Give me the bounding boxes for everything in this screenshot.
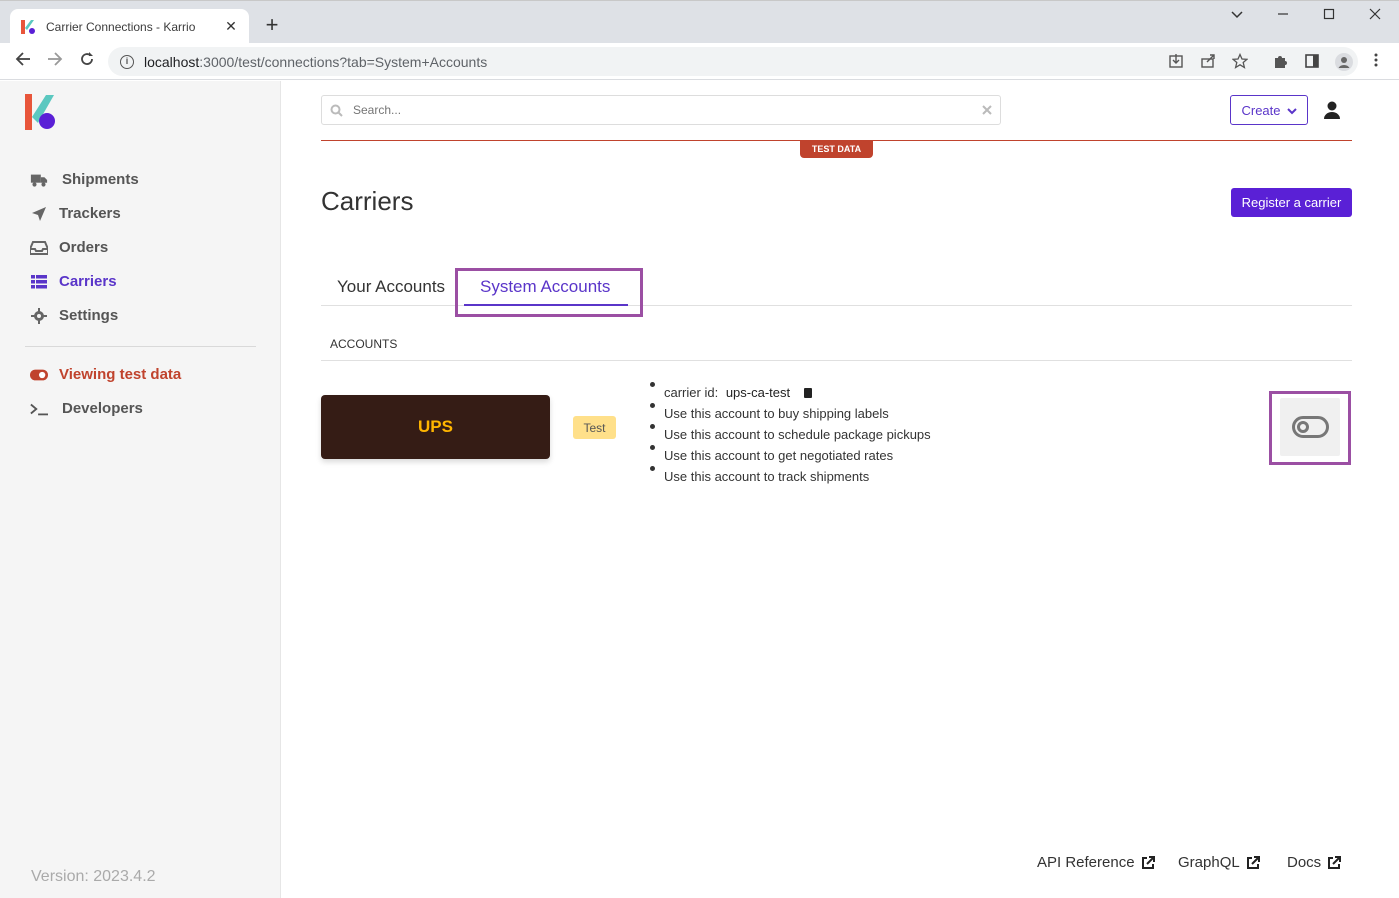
sidebar-divider [25,346,256,347]
list-item: Use this account to schedule package pic… [650,424,931,445]
sidebar-item-developers[interactable]: Developers [30,400,143,417]
inbox-icon [30,240,48,256]
extensions-puzzle-icon[interactable] [1271,53,1289,71]
test-mode-toggle[interactable]: Viewing test data [30,366,181,383]
list-item: Use this account to get negotiated rates [650,445,931,466]
maximize-icon[interactable] [1314,7,1344,24]
profile-avatar-icon[interactable] [1335,53,1353,71]
carrier-details-list: carrier id: ups-ca-test Use this account… [650,382,931,487]
link-label: GraphQL [1178,854,1240,871]
test-data-badge: TEST DATA [800,140,873,158]
test-mode-tag: Test [573,416,616,439]
search-icon [330,104,343,117]
create-button[interactable]: Create [1230,95,1308,125]
search-input[interactable] [353,103,982,117]
clipboard-icon[interactable] [803,387,812,398]
api-reference-link[interactable]: API Reference [1037,854,1155,871]
minimize-icon[interactable] [1268,7,1298,24]
clear-search-icon[interactable] [982,102,992,118]
capability-text: Use this account to track shipments [664,469,870,484]
list-item: Use this account to buy shipping labels [650,403,931,424]
sidebar-item-label: Carriers [59,273,117,290]
create-button-label: Create [1241,102,1281,118]
sidebar-item-settings[interactable]: Settings [30,307,118,324]
karrio-favicon-icon [20,19,36,35]
new-tab-button[interactable]: + [262,13,282,37]
tab-your-accounts[interactable]: Your Accounts [337,277,445,297]
app-version: Version: 2023.4.2 [31,868,156,885]
close-window-icon[interactable] [1360,7,1390,24]
karrio-logo[interactable] [24,93,60,133]
side-panel-icon[interactable] [1303,53,1321,71]
sidebar-item-label: Settings [59,307,119,324]
browser-toolbar: i localhost:3000/test/connections?tab=Sy… [0,43,1399,80]
highlight-box-toggle [1269,391,1351,465]
accounts-section-header: ACCOUNTS [321,330,1352,361]
sidebar-item-label: Trackers [59,205,121,222]
sidebar-item-label: Shipments [62,171,139,188]
browser-tab[interactable]: Carrier Connections - Karrio ✕ [10,9,249,44]
capability-text: Use this account to get negotiated rates [664,448,894,463]
external-link-icon [1327,855,1342,870]
truck-icon [30,172,48,188]
chevron-down-icon[interactable] [1222,7,1252,24]
chevron-down-icon [1286,103,1297,118]
link-label: Docs [1287,854,1322,871]
docs-link[interactable]: Docs [1287,854,1342,871]
toggle-on-icon [30,367,48,383]
register-carrier-button[interactable]: Register a carrier [1231,188,1352,217]
carrier-id-value: ups-ca-test [725,385,791,400]
carrier-logo-card: UPS [321,395,550,459]
search-bar[interactable] [321,95,1001,125]
sidebar-item-label: Developers [62,400,143,417]
gear-icon [30,307,48,324]
bookmark-star-icon[interactable] [1231,52,1249,71]
link-label: API Reference [1037,854,1135,871]
carrier-id-label: carrier id: [664,385,719,400]
external-link-icon [1246,855,1260,870]
install-app-icon[interactable] [1167,53,1185,71]
site-info-icon[interactable]: i [120,54,134,69]
share-icon[interactable] [1199,53,1217,71]
sidebar-item-label: Orders [59,239,109,256]
browser-tab-bar: Carrier Connections - Karrio ✕ + [0,0,1399,44]
browser-tab-title: Carrier Connections - Karrio [46,19,196,34]
sidebar-item-carriers[interactable]: Carriers [30,273,117,290]
test-mode-label: Viewing test data [59,366,182,383]
list-icon [30,274,48,290]
page-title: Carriers [321,186,414,216]
sidebar-item-trackers[interactable]: Trackers [30,205,121,222]
list-item: Use this account to track shipments [650,466,931,487]
capability-text: Use this account to schedule package pic… [664,427,931,442]
url-text: localhost:3000/test/connections?tab=Syst… [144,53,488,70]
list-item: carrier id: ups-ca-test [650,382,931,403]
paper-plane-icon [30,206,48,222]
highlight-box-tab [455,268,643,317]
close-tab-icon[interactable]: ✕ [223,18,239,35]
external-link-icon [1141,855,1155,870]
forward-arrow-icon[interactable] [44,51,66,71]
reload-icon[interactable] [76,51,98,71]
sidebar-item-shipments[interactable]: Shipments [30,171,139,188]
back-arrow-icon[interactable] [12,51,34,71]
sidebar-item-orders[interactable]: Orders [30,239,108,256]
terminal-icon [30,401,48,417]
user-account-icon[interactable] [1322,100,1342,120]
sidebar: Shipments Trackers Orders Carriers Setti… [0,81,281,898]
graphql-link[interactable]: GraphQL [1178,854,1260,871]
browser-menu-icon[interactable] [1367,53,1385,71]
capability-text: Use this account to buy shipping labels [664,406,889,421]
